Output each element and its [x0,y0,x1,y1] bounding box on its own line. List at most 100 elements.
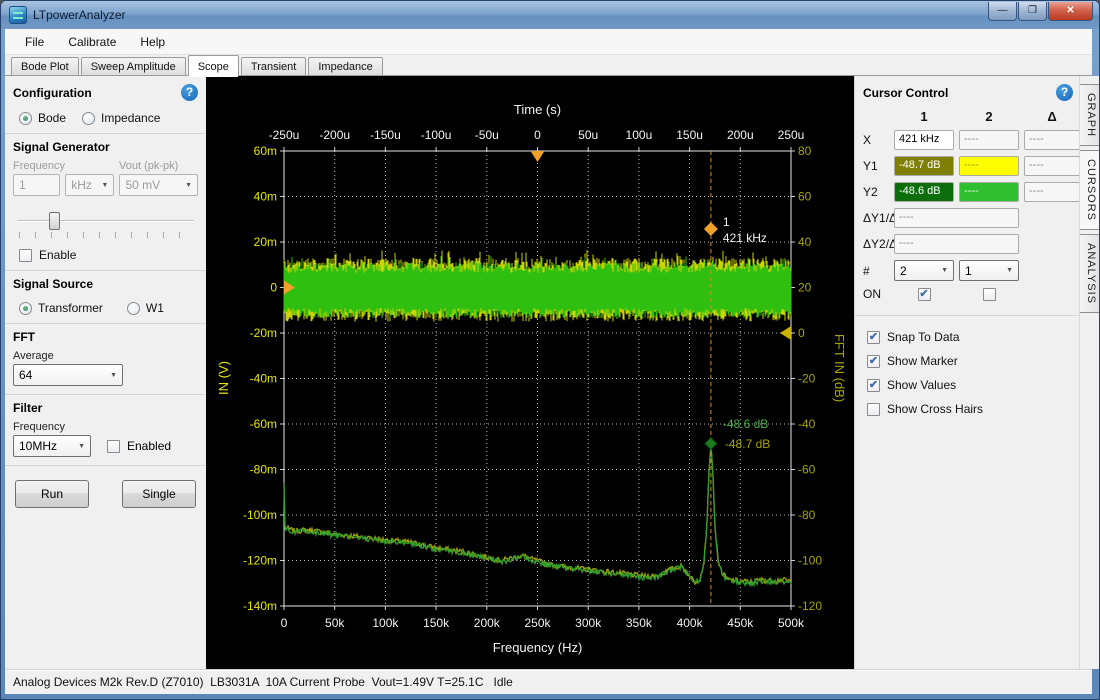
cursor-x1-field[interactable]: 421 kHz [894,130,954,150]
svg-text:-150u: -150u [370,128,401,142]
show-cross-hairs-checkbox[interactable]: ✔ [867,403,880,416]
cursor2-on-checkbox[interactable]: ✔ [983,288,996,301]
cursor-y2-2-field[interactable]: ---- [959,182,1019,202]
cursor-y2-1-field[interactable]: -48.6 dB [894,182,954,202]
cursor1-count-select[interactable]: 2▼ [894,260,954,281]
svg-text:-60m: -60m [250,417,277,431]
on-row-label: ON [863,287,889,301]
show-cross-hairs-label: Show Cross Hairs [887,402,983,416]
help-icon[interactable]: ? [1056,84,1073,101]
filter-frequency-label: Frequency [13,421,198,433]
cursor-y1-1-field[interactable]: -48.7 dB [894,156,954,176]
w1-radio[interactable] [127,302,140,315]
vout-label: Vout (pk-pk) [119,160,178,172]
window-title: LTpowerAnalyzer [33,8,988,22]
signal-source-header: Signal Source [13,277,198,291]
svg-text:200u: 200u [727,128,754,142]
dy1-field[interactable]: ---- [894,208,1019,228]
tab-scope[interactable]: Scope [188,55,239,76]
frequency-slider[interactable] [17,212,194,230]
vout-select[interactable]: 50 mV▼ [119,174,198,196]
snap-to-data-checkbox[interactable]: ✔ [867,331,880,344]
run-button[interactable]: Run [15,480,89,508]
title-bar[interactable]: LTpowerAnalyzer — ❐ ✕ [1,1,1099,29]
svg-text:Time (s): Time (s) [514,102,561,117]
minimize-button-icon[interactable]: — [988,2,1017,21]
svg-text:50u: 50u [578,128,598,142]
bode-radio[interactable] [19,112,32,125]
transformer-radio[interactable] [19,302,32,315]
svg-text:-200u: -200u [319,128,350,142]
cursor-xd-field[interactable]: ---- [1024,130,1080,150]
cursor-y1-2-field[interactable]: ---- [959,156,1019,176]
enable-checkbox[interactable]: ✔ [19,249,32,262]
filter-frequency-select[interactable]: 10MHz▼ [13,435,91,457]
svg-text:-140m: -140m [243,599,277,613]
enable-checkbox-label: Enable [39,248,76,262]
close-button-icon[interactable]: ✕ [1048,2,1093,21]
cursor1-on-checkbox[interactable]: ✔ [918,288,931,301]
tab-impedance[interactable]: Impedance [308,57,382,76]
svg-text:80: 80 [798,144,812,158]
side-tab-graph[interactable]: GRAPH [1080,84,1100,146]
filter-enabled-checkbox[interactable]: ✔ [107,440,120,453]
side-tab-cursors[interactable]: CURSORS [1080,150,1100,230]
svg-text:150k: 150k [423,616,450,630]
svg-text:-40: -40 [798,417,816,431]
frequency-label: Frequency [13,160,119,172]
filter-header: Filter [13,401,198,415]
peak-marker-icon [705,438,717,450]
tab-bode-plot[interactable]: Bode Plot [11,57,79,76]
side-tab-strip: GRAPH CURSORS ANALYSIS [1079,76,1100,669]
scope-plot-area[interactable]: Time (s)-250u-200u-150u-100u-50u050u100u… [206,76,854,669]
single-button[interactable]: Single [122,480,196,508]
fft-average-select[interactable]: 64▼ [13,364,123,386]
cursor-x2-field[interactable]: ---- [959,130,1019,150]
svg-text:20: 20 [798,281,812,295]
chevron-down-icon: ▼ [78,443,85,450]
svg-text:100k: 100k [372,616,399,630]
frequency-input[interactable]: 1 [13,174,60,196]
slider-thumb[interactable] [49,212,60,230]
impedance-radio[interactable] [82,112,95,125]
help-icon[interactable]: ? [181,84,198,101]
svg-text:20m: 20m [254,235,277,249]
filter-enabled-label: Enabled [127,439,171,453]
app-icon [9,6,27,24]
slider-ticks [19,232,192,238]
dy2-row-label: ΔY2/ΔX [863,237,889,251]
maximize-button-icon[interactable]: ❐ [1018,2,1047,21]
side-tab-analysis[interactable]: ANALYSIS [1080,234,1100,313]
cursor-col-2: 2 [959,109,1019,124]
svg-text:-80: -80 [798,508,816,522]
menu-calibrate[interactable]: Calibrate [58,31,126,53]
time-zero-marker-icon [531,151,545,162]
bode-radio-label: Bode [38,111,66,125]
cursor-y2-d-field[interactable]: ---- [1024,182,1080,202]
fft-header: FFT [13,330,198,344]
svg-text:350k: 350k [626,616,653,630]
chevron-down-icon: ▼ [941,267,948,274]
svg-text:400k: 400k [677,616,704,630]
tab-transient[interactable]: Transient [241,57,306,76]
average-label: Average [13,350,198,362]
menu-help[interactable]: Help [130,31,175,53]
scope-fft-chart[interactable]: Time (s)-250u-200u-150u-100u-50u050u100u… [206,76,854,671]
svg-text:IN (V): IN (V) [216,361,231,395]
show-values-label: Show Values [887,378,956,392]
tab-sweep-amplitude[interactable]: Sweep Amplitude [81,57,186,76]
x-row-label: X [863,133,889,147]
cursor2-count-select[interactable]: 1▼ [959,260,1019,281]
svg-text:-48.6 dB: -48.6 dB [723,417,768,431]
frequency-unit-select[interactable]: kHz▼ [65,174,114,196]
svg-text:-48.7 dB: -48.7 dB [725,437,770,451]
svg-text:100u: 100u [626,128,653,142]
cursor-y1-d-field[interactable]: ---- [1024,156,1080,176]
svg-text:-60: -60 [798,463,816,477]
show-marker-checkbox[interactable]: ✔ [867,355,880,368]
show-values-checkbox[interactable]: ✔ [867,379,880,392]
dy2-field[interactable]: ---- [894,234,1019,254]
fft-zero-marker-icon [780,326,791,340]
svg-text:-20: -20 [798,372,816,386]
menu-file[interactable]: File [15,31,54,53]
